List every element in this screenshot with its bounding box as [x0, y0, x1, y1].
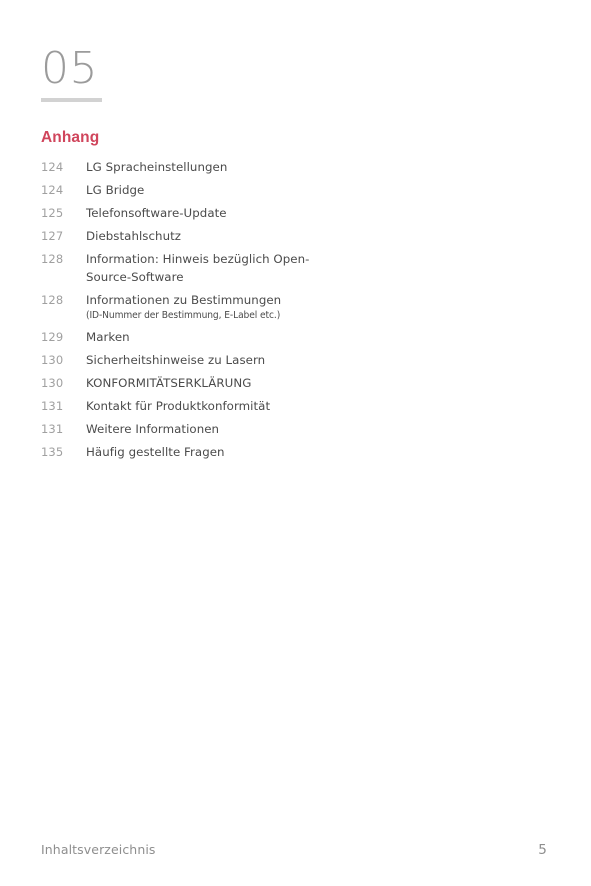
toc-entry-page-number: 130 [41, 375, 64, 390]
toc-entry[interactable]: 124 LG Bridge [41, 182, 341, 200]
toc-entry[interactable]: 131 Weitere Informationen [41, 421, 341, 439]
toc-entry-text: Häufig gestellte Fragen [86, 444, 341, 462]
toc-entry-title: Marken [86, 329, 130, 344]
toc-entry-title: KONFORMITÄTSERKLÄRUNG [86, 375, 252, 390]
toc-entry-page-number: 129 [41, 329, 64, 344]
footer-page-number: 5 [538, 842, 547, 858]
toc-entry-text: Marken [86, 329, 341, 347]
toc-entry-title: Information: Hinweis bezüglich Open-Sour… [86, 252, 310, 284]
document-page: 05 Anhang 124 LG Spracheinstellungen 124 LG… [0, 0, 591, 886]
toc-entry[interactable]: 130 Sicherheitshinweise zu Lasern [41, 352, 341, 370]
toc-entry-text: Informationen zu Bestimmungen (ID-Nummer … [86, 292, 341, 324]
toc-entry-page-number: 131 [41, 421, 64, 436]
toc-entry-title: Häufig gestellte Fragen [86, 444, 225, 459]
toc-entry[interactable]: 135 Häufig gestellte Fragen [41, 444, 341, 462]
chapter-rule-divider [41, 98, 102, 102]
toc-entry-text: Diebstahlschutz [86, 228, 341, 246]
page-footer: Inhaltsverzeichnis 5 [41, 842, 547, 858]
toc-entry-text: Information: Hinweis bezüglich Open-Sour… [86, 251, 341, 286]
toc-entry-title: Weitere Informationen [86, 421, 220, 436]
toc-entry-page-number: 135 [41, 444, 64, 459]
toc-entry-page-number: 125 [41, 206, 64, 220]
section-heading: Anhang [41, 129, 100, 146]
toc-entry-title: Telefonsoftware-Update [86, 206, 227, 220]
toc-entry[interactable]: 128 Informationen zu Bestimmungen (ID-Numm… [41, 292, 341, 324]
toc-entry[interactable]: 124 LG Spracheinstellungen [41, 159, 341, 177]
toc-entry[interactable]: 131 Kontakt für Produktkonformität [41, 398, 341, 416]
toc-entry-page-number: 124 [41, 183, 64, 197]
toc-entry-title: LG Bridge [86, 183, 145, 197]
table-of-contents: 124 LG Spracheinstellungen 124 LG Bridge 125… [41, 159, 341, 467]
toc-entry-text: Kontakt für Produktkonformität [86, 398, 341, 416]
chapter-header: 05 [41, 44, 102, 102]
toc-entry-page-number: 127 [41, 229, 64, 243]
toc-entry-text: KONFORMITÄTSERKLÄRUNG [86, 375, 341, 393]
toc-entry-subtitle: (ID-Nummer der Bestimmung, E-Label etc.) [86, 310, 281, 321]
toc-entry-page-number: 124 [41, 160, 64, 174]
toc-entry-text: LG Bridge [86, 182, 341, 200]
toc-entry-title: Diebstahlschutz [86, 229, 182, 243]
toc-entry[interactable]: 127 Diebstahlschutz [41, 228, 341, 246]
toc-entry[interactable]: 130 KONFORMITÄTSERKLÄRUNG [41, 375, 341, 393]
toc-entry-text: Weitere Informationen [86, 421, 341, 439]
footer-section-label: Inhaltsverzeichnis [41, 842, 156, 857]
toc-entry-title: Kontakt für Produktkonformität [86, 398, 271, 413]
chapter-number: 05 [41, 43, 98, 94]
toc-entry-title: Informationen zu Bestimmungen [86, 292, 282, 307]
toc-entry-page-number: 128 [41, 292, 64, 307]
toc-entry-text: LG Spracheinstellungen [86, 159, 341, 177]
toc-entry-title: Sicherheitshinweise zu Lasern [86, 352, 266, 367]
toc-entry-text: Sicherheitshinweise zu Lasern [86, 352, 341, 370]
toc-entry-title: LG Spracheinstellungen [86, 160, 228, 174]
toc-entry[interactable]: 129 Marken [41, 329, 341, 347]
toc-entry[interactable]: 128 Information: Hinweis bezüglich Open-S… [41, 251, 341, 286]
toc-entry-page-number: 128 [41, 252, 64, 266]
toc-entry-page-number: 130 [41, 352, 64, 367]
toc-entry-text: Telefonsoftware-Update [86, 205, 341, 223]
toc-entry[interactable]: 125 Telefonsoftware-Update [41, 205, 341, 223]
toc-entry-page-number: 131 [41, 398, 64, 413]
